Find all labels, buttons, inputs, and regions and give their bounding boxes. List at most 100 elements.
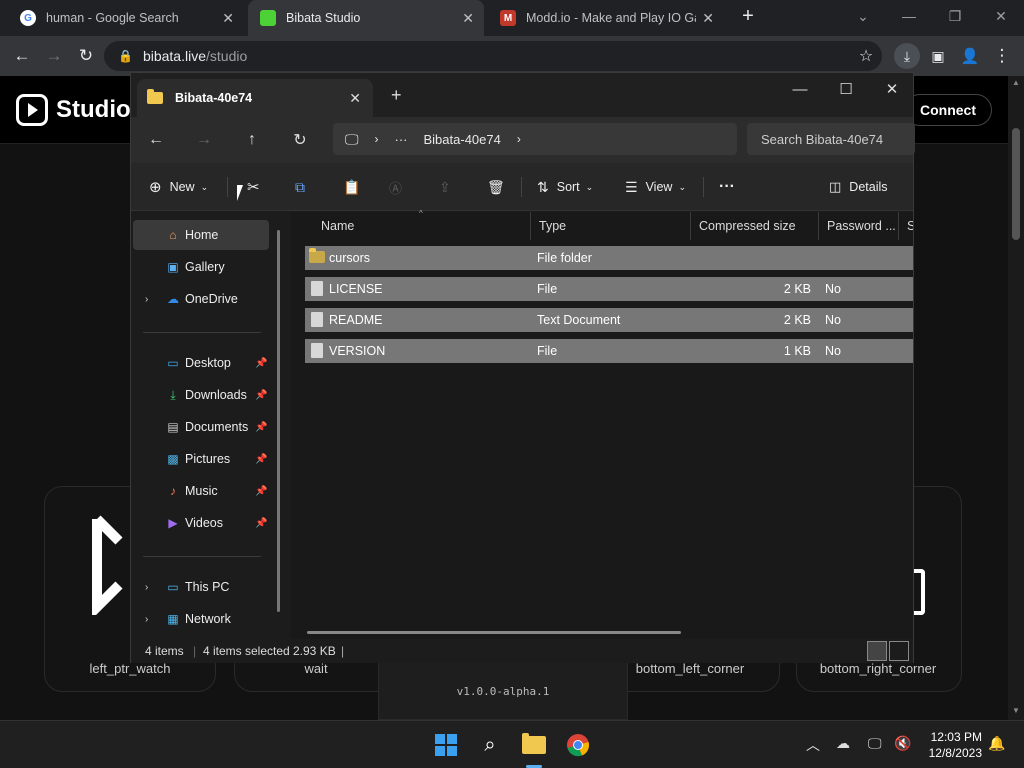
- address-bar[interactable]: 🔒 bibata.live/studio: [104, 41, 882, 71]
- refresh-icon[interactable]: ↻: [287, 127, 313, 153]
- explorer-address-bar[interactable]: 🖵 › ··· Bibata-40e74 ›: [333, 123, 737, 155]
- pin-icon[interactable]: 📌: [255, 422, 267, 433]
- scroll-thumb[interactable]: [1012, 128, 1020, 240]
- nav-item-network[interactable]: › ▦ Network: [133, 604, 269, 634]
- file-explorer-icon[interactable]: [520, 731, 548, 759]
- sort-button[interactable]: ⇅ Sort ⌄: [537, 175, 593, 199]
- close-tab-icon[interactable]: ✕: [349, 90, 361, 107]
- restore-icon[interactable]: ❐: [932, 0, 978, 32]
- nav-label: Videos: [185, 516, 223, 530]
- pin-icon[interactable]: 📌: [255, 486, 267, 497]
- minimize-icon[interactable]: —: [886, 0, 932, 32]
- search-icon[interactable]: ⌕: [476, 731, 504, 759]
- close-window-icon[interactable]: ✕: [978, 0, 1024, 32]
- reload-icon[interactable]: ↻: [74, 44, 98, 68]
- details-button[interactable]: ◫ Details: [829, 175, 888, 199]
- new-tab-button[interactable]: +: [734, 0, 762, 32]
- details-view-icon[interactable]: [867, 641, 887, 661]
- table-row[interactable]: README Text Document 2 KB No: [305, 308, 913, 332]
- nav-item-downloads[interactable]: ⤓ Downloads 📌: [133, 380, 269, 410]
- nav-item-music[interactable]: ♪ Music 📌: [133, 476, 269, 506]
- table-row[interactable]: VERSION File 1 KB No: [305, 339, 913, 363]
- divider: [703, 177, 704, 197]
- nav-item-documents[interactable]: ▤ Documents 📌: [133, 412, 269, 442]
- chevron-up-icon[interactable]: ︿: [806, 735, 820, 755]
- view-button[interactable]: ☰ View ⌄: [625, 175, 686, 199]
- profile-icon[interactable]: 👤: [958, 44, 982, 68]
- nav-label: Documents: [185, 420, 249, 434]
- copy-icon[interactable]: ⧉: [295, 175, 305, 199]
- close-window-icon[interactable]: ✕: [869, 75, 915, 103]
- view-lines-icon: ☰: [625, 178, 638, 195]
- pin-icon[interactable]: 📌: [255, 518, 267, 529]
- scroll-up-icon[interactable]: ▲: [1012, 78, 1020, 87]
- pin-icon[interactable]: 📌: [255, 390, 267, 401]
- horizontal-scrollbar[interactable]: [307, 631, 681, 634]
- column-header-size[interactable]: Si: [899, 212, 913, 240]
- column-header-name[interactable]: Name: [313, 212, 531, 240]
- breadcrumb[interactable]: Bibata-40e74: [424, 132, 501, 147]
- chevron-right-icon[interactable]: ›: [145, 614, 148, 625]
- nav-item-this-pc[interactable]: › ▭ This PC: [133, 572, 269, 602]
- forward-icon[interactable]: →: [191, 127, 217, 153]
- notification-bell-icon[interactable]: 🔔: [988, 735, 1005, 752]
- close-icon[interactable]: ✕: [462, 10, 474, 27]
- nav-item-videos[interactable]: ▶ Videos 📌: [133, 508, 269, 538]
- network-icon[interactable]: 🖵: [868, 735, 882, 752]
- back-icon[interactable]: ←: [143, 127, 169, 153]
- breadcrumb-more[interactable]: ···: [395, 132, 408, 147]
- download-icon[interactable]: ⤓: [894, 43, 920, 69]
- maximize-icon[interactable]: ☐: [823, 75, 869, 103]
- pin-icon[interactable]: 📌: [255, 358, 267, 369]
- side-panel-icon[interactable]: ▣: [926, 44, 950, 68]
- browser-tab-google[interactable]: G human - Google Search ✕: [8, 0, 244, 36]
- close-icon[interactable]: ✕: [222, 10, 234, 27]
- search-input[interactable]: Search Bibata-40e74: [747, 123, 915, 155]
- nav-item-desktop[interactable]: ▭ Desktop 📌: [133, 348, 269, 378]
- plus-circle-icon: ⊕: [149, 179, 162, 196]
- share-icon[interactable]: ⇪: [439, 175, 451, 199]
- menu-kebab-icon[interactable]: ⋮: [990, 44, 1014, 68]
- table-row[interactable]: LICENSE File 2 KB No: [305, 277, 913, 301]
- connect-button[interactable]: Connect: [904, 94, 992, 126]
- new-tab-icon[interactable]: +: [391, 85, 402, 106]
- bookmark-star-icon[interactable]: ☆: [854, 44, 878, 68]
- clock[interactable]: 12:03 PM 12/8/2023: [918, 729, 982, 761]
- chevron-right-icon[interactable]: ›: [145, 294, 148, 305]
- tab-search-chevron-icon[interactable]: ⌄: [840, 0, 886, 32]
- column-header-password[interactable]: Password ...: [819, 212, 899, 240]
- column-header-type[interactable]: Type: [531, 212, 691, 240]
- page-scrollbar[interactable]: ▲ ▼: [1008, 76, 1024, 720]
- column-header-compressed-size[interactable]: Compressed size: [691, 212, 819, 240]
- nav-item-onedrive[interactable]: › ☁ OneDrive: [133, 284, 269, 314]
- rename-icon[interactable]: Ⓐ: [389, 175, 402, 199]
- table-row[interactable]: cursors File folder: [305, 246, 913, 270]
- forward-icon[interactable]: →: [42, 44, 66, 68]
- new-label: New: [169, 180, 195, 194]
- browser-tab-bibata[interactable]: Bibata Studio ✕: [248, 0, 484, 36]
- nav-item-pictures[interactable]: ▩ Pictures 📌: [133, 444, 269, 474]
- nav-item-home[interactable]: ⌂ Home: [133, 220, 269, 250]
- explorer-tab[interactable]: Bibata-40e74 ✕: [137, 79, 373, 117]
- volume-muted-icon[interactable]: 🔇: [894, 735, 911, 752]
- studio-logo-icon[interactable]: [16, 94, 48, 126]
- scroll-down-icon[interactable]: ▼: [1012, 706, 1020, 715]
- more-options-button[interactable]: ···: [719, 175, 735, 199]
- paste-icon[interactable]: 📋: [343, 175, 360, 199]
- nav-item-gallery[interactable]: ▣ Gallery: [133, 252, 269, 282]
- windows-start-icon[interactable]: [432, 731, 460, 759]
- minimize-icon[interactable]: —: [777, 75, 823, 103]
- chevron-right-icon[interactable]: ›: [145, 582, 148, 593]
- back-icon[interactable]: ←: [10, 44, 34, 68]
- pin-icon[interactable]: 📌: [255, 454, 267, 465]
- close-icon[interactable]: ✕: [702, 10, 714, 27]
- onedrive-icon[interactable]: ☁: [836, 735, 850, 752]
- chevron-right-icon[interactable]: ›: [517, 132, 521, 146]
- delete-icon[interactable]: 🗑: [487, 175, 505, 199]
- chrome-icon[interactable]: [564, 731, 592, 759]
- browser-tab-moddio[interactable]: M Modd.io - Make and Play IO Gan ✕: [488, 0, 724, 36]
- new-button[interactable]: ⊕ New ⌄: [149, 175, 208, 199]
- tiles-view-icon[interactable]: [889, 641, 909, 661]
- nav-scrollbar[interactable]: [277, 230, 280, 612]
- up-icon[interactable]: ↑: [239, 127, 265, 153]
